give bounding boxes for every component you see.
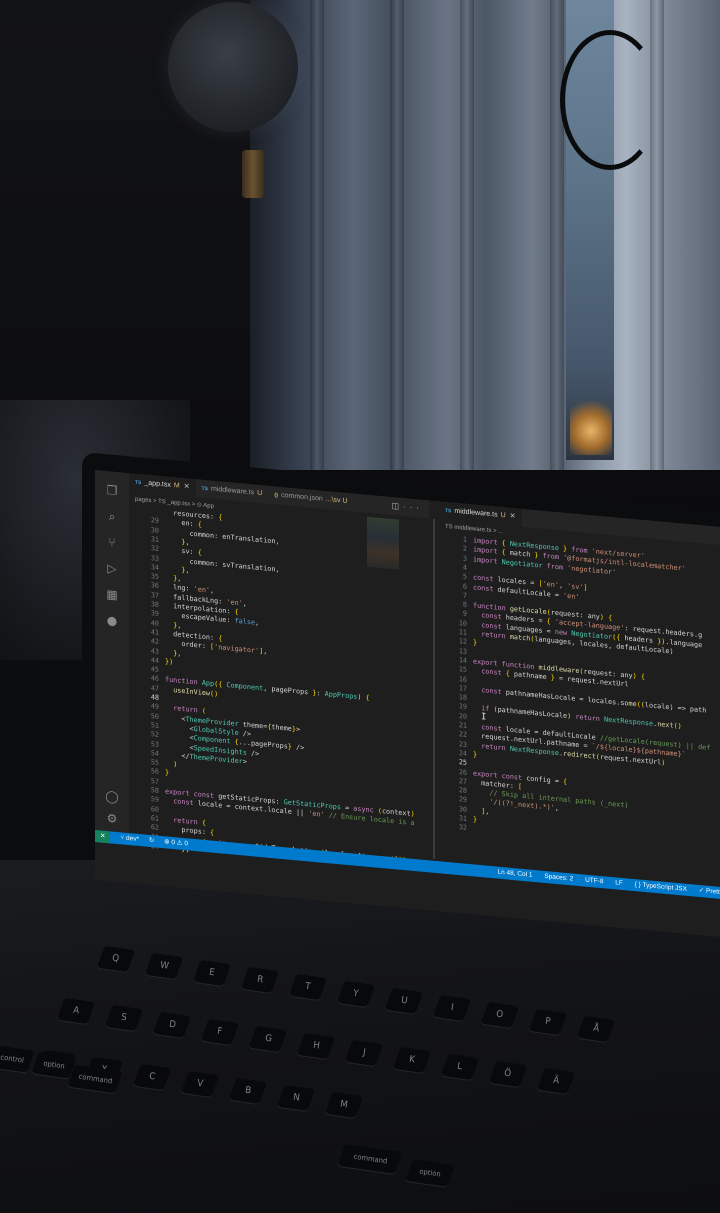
key-r[interactable]: R (240, 966, 280, 994)
prettier-status[interactable]: ✓ Prettier (699, 887, 720, 897)
key-c[interactable]: C (132, 1063, 172, 1091)
key-o[interactable]: O (480, 1001, 520, 1029)
code-line[interactable]: } (473, 815, 477, 825)
text-cursor-icon: I (481, 712, 487, 723)
split-editor-icon[interactable]: ◫ (391, 501, 403, 511)
tab-flag: ...\sv U (325, 496, 348, 505)
key-l[interactable]: L (440, 1053, 480, 1081)
more-actions-icon[interactable]: ··· (403, 502, 423, 513)
close-icon[interactable]: ✕ (184, 483, 190, 491)
code-line[interactable]: }) (165, 657, 173, 667)
code-line[interactable]: } (165, 769, 169, 779)
lamp-base (242, 150, 264, 198)
key-control[interactable]: control (0, 1045, 36, 1073)
settings-gear-icon[interactable]: ⚙ (105, 811, 119, 826)
account-icon[interactable]: ◯ (105, 789, 119, 804)
key-ä[interactable]: Ä (536, 1067, 576, 1095)
key-p[interactable]: P (528, 1008, 568, 1036)
search-icon[interactable]: ⌕ (105, 509, 119, 524)
key-h[interactable]: H (296, 1032, 336, 1060)
left-editor[interactable]: resources: {29 en: {30 common: enTransla… (135, 506, 431, 864)
line-number: 32 (458, 823, 467, 833)
activity-bar: ❐ ⌕ ⑂ ▷ ▦ ● ◯ ⚙ (95, 470, 129, 834)
laptop-screen: ❐ ⌕ ⑂ ▷ ▦ ● ◯ ⚙ TS _app.tsx M ✕ TS middleware… (95, 470, 720, 939)
window-light (570, 395, 612, 455)
problems-indicator[interactable]: ⊗ 0 ⚠ 0 (164, 836, 188, 850)
key-command[interactable]: command (337, 1143, 403, 1175)
key-option[interactable]: option (405, 1159, 455, 1187)
tab-flag: M (173, 482, 180, 490)
json-badge: {} (274, 492, 279, 499)
tab-flag: U (257, 489, 263, 498)
key-n[interactable]: N (276, 1084, 316, 1112)
close-icon[interactable]: ✕ (510, 513, 516, 521)
key-i[interactable]: I (432, 994, 472, 1022)
breadcrumb-right[interactable]: TS middleware.ts > ... (445, 524, 503, 535)
run-debug-icon[interactable]: ▷ (105, 561, 119, 576)
source-control-icon[interactable]: ⑂ (105, 535, 119, 550)
ts-badge: TS (445, 507, 452, 515)
ts-badge: TS (201, 485, 208, 493)
key-a[interactable]: A (56, 997, 96, 1025)
indentation[interactable]: Spaces: 2 (544, 873, 573, 883)
tab-label: _app.tsx (144, 479, 171, 489)
sync-icon[interactable]: ↻ (149, 835, 154, 847)
code-line[interactable]: } (473, 639, 477, 649)
line-number (135, 506, 159, 508)
branch-label: dev* (125, 834, 139, 844)
key-d[interactable]: D (152, 1011, 192, 1039)
branch-indicator[interactable]: ⑂ dev* (120, 832, 139, 846)
key-k[interactable]: K (392, 1046, 432, 1074)
tab-label: common.json (281, 491, 323, 503)
key-v[interactable]: V (180, 1070, 220, 1098)
key-y[interactable]: Y (336, 980, 376, 1008)
extensions-icon[interactable]: ▦ (105, 587, 119, 602)
github-icon[interactable]: ● (105, 613, 119, 628)
tab-flag: U (500, 511, 506, 520)
remote-indicator[interactable]: ✕ (95, 830, 111, 844)
key-ö[interactable]: Ö (488, 1060, 528, 1088)
tab-label: middleware.ts (210, 485, 255, 497)
key-f[interactable]: F (200, 1018, 240, 1046)
end-of-line[interactable]: LF (615, 879, 623, 887)
key-t[interactable]: T (288, 973, 328, 1001)
cursor-position[interactable]: Ln 48, Col 1 (497, 869, 532, 879)
key-u[interactable]: U (384, 987, 424, 1015)
keyboard: QWERTYUIOPÅASDFGHJKLÖÄZXCVBNMcontrolopti… (0, 930, 720, 1213)
tab-label: middleware.ts (454, 507, 498, 519)
editor-split-sash[interactable] (433, 518, 435, 859)
lamp-globe (168, 2, 298, 132)
key-s[interactable]: S (104, 1004, 144, 1032)
code-line[interactable]: } (473, 750, 477, 760)
key-w[interactable]: W (144, 952, 184, 980)
ts-badge: TS (135, 479, 142, 487)
key-q[interactable]: Q (96, 945, 136, 973)
files-icon[interactable]: ❐ (105, 483, 119, 498)
wall-ring (560, 30, 660, 170)
key-e[interactable]: E (192, 959, 232, 987)
encoding[interactable]: UTF-8 (585, 877, 603, 886)
language-mode[interactable]: { } TypeScript JSX (635, 881, 687, 893)
key-j[interactable]: J (344, 1039, 384, 1067)
key-å[interactable]: Å (576, 1015, 616, 1043)
key-b[interactable]: B (228, 1077, 268, 1105)
key-m[interactable]: M (324, 1091, 364, 1119)
key-g[interactable]: G (248, 1025, 288, 1053)
